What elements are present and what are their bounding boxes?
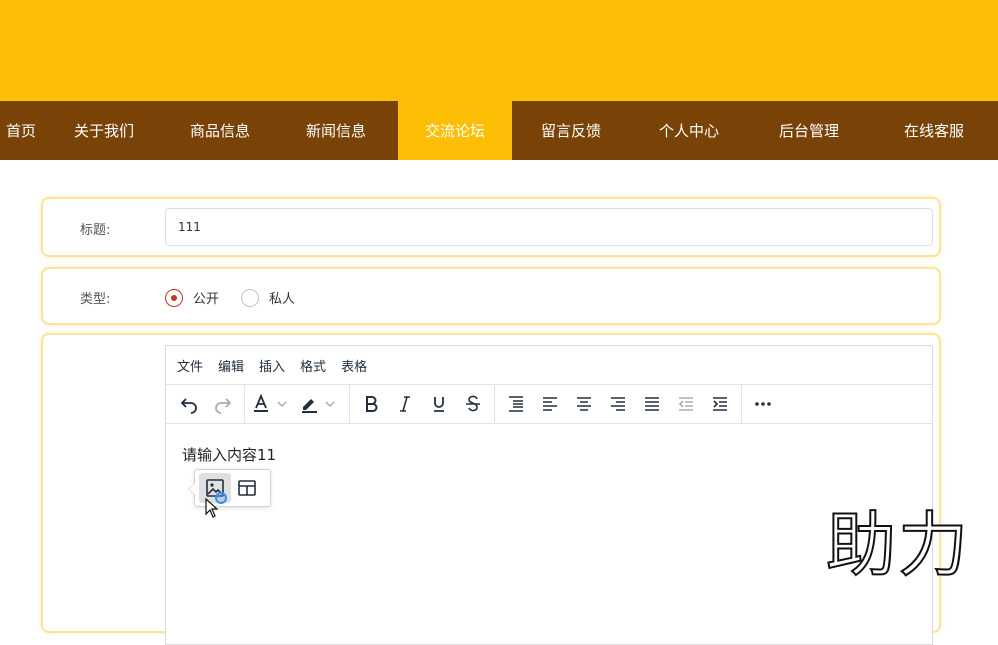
more-icon[interactable] <box>746 389 780 419</box>
underline-icon[interactable] <box>422 389 456 419</box>
align-center-icon[interactable] <box>567 389 601 419</box>
italic-icon[interactable] <box>388 389 422 419</box>
editor-toolbar <box>166 385 932 424</box>
radio-private[interactable]: 私人 <box>241 288 295 307</box>
nav-item-news[interactable]: 新闻信息 <box>274 101 398 160</box>
color-group <box>249 385 350 423</box>
redo-icon[interactable] <box>206 389 240 419</box>
more-group <box>746 385 784 423</box>
title-label: 标题: <box>80 223 111 238</box>
rich-text-editor: 文件 编辑 插入 格式 表格 请输入内容11 <box>165 345 933 645</box>
title-input[interactable]: 111 <box>165 208 933 246</box>
text-color-icon[interactable] <box>249 389 297 419</box>
title-row: 标题: 111 <box>41 197 941 257</box>
type-label: 类型: <box>80 292 111 307</box>
format-group <box>354 385 495 423</box>
nav-item-service[interactable]: 在线客服 <box>870 101 998 160</box>
align-right-icon[interactable] <box>601 389 635 419</box>
editor-menubar: 文件 编辑 插入 格式 表格 <box>166 346 932 385</box>
editor-content[interactable]: 请输入内容11 <box>166 424 932 518</box>
nav-item-profile[interactable]: 个人中心 <box>630 101 748 160</box>
nav-item-feedback[interactable]: 留言反馈 <box>512 101 630 160</box>
menu-insert[interactable]: 插入 <box>259 356 285 375</box>
indent-icon[interactable] <box>703 389 737 419</box>
table-icon <box>238 480 256 496</box>
radio-public-circle[interactable] <box>165 288 183 307</box>
type-row: 类型: 公开 私人 <box>41 267 941 325</box>
nav-item-about[interactable]: 关于我们 <box>42 101 166 160</box>
line-height-icon[interactable] <box>499 389 533 419</box>
radio-private-circle[interactable] <box>241 288 260 307</box>
quick-insert-toolbar <box>188 469 271 518</box>
nav-item-forum[interactable]: 交流论坛 <box>398 101 512 160</box>
radio-public[interactable]: 公开 <box>165 288 219 307</box>
align-justify-icon[interactable] <box>635 389 669 419</box>
radio-public-label: 公开 <box>193 292 220 307</box>
menu-edit[interactable]: 编辑 <box>218 356 244 375</box>
menu-format[interactable]: 格式 <box>300 356 326 375</box>
radio-private-label: 私人 <box>269 292 296 307</box>
header-banner <box>0 0 998 101</box>
type-radio-group: 公开 私人 <box>165 288 317 307</box>
align-group <box>499 385 742 423</box>
insert-table-button[interactable] <box>231 473 263 503</box>
mouse-cursor-icon <box>205 498 219 518</box>
nav-item-admin[interactable]: 后台管理 <box>748 101 870 160</box>
undo-icon[interactable] <box>172 389 206 419</box>
nav-item-home[interactable]: 首页 <box>0 101 42 160</box>
nav-item-products[interactable]: 商品信息 <box>166 101 274 160</box>
history-group <box>172 385 245 423</box>
strikethrough-icon[interactable] <box>456 389 490 419</box>
main-nav: 首页 关于我们 商品信息 新闻信息 交流论坛 留言反馈 个人中心 后台管理 在线… <box>0 101 998 160</box>
outdent-icon[interactable] <box>669 389 703 419</box>
content-row: 文件 编辑 插入 格式 表格 请输入内容11 <box>41 333 941 645</box>
editor-content-text: 请输入内容11 <box>182 446 277 464</box>
menu-file[interactable]: 文件 <box>177 356 203 375</box>
bold-icon[interactable] <box>354 389 388 419</box>
highlight-color-icon[interactable] <box>297 389 345 419</box>
menu-table[interactable]: 表格 <box>341 356 367 375</box>
watermark-text: 助力 <box>825 504 970 586</box>
align-left-icon[interactable] <box>533 389 567 419</box>
